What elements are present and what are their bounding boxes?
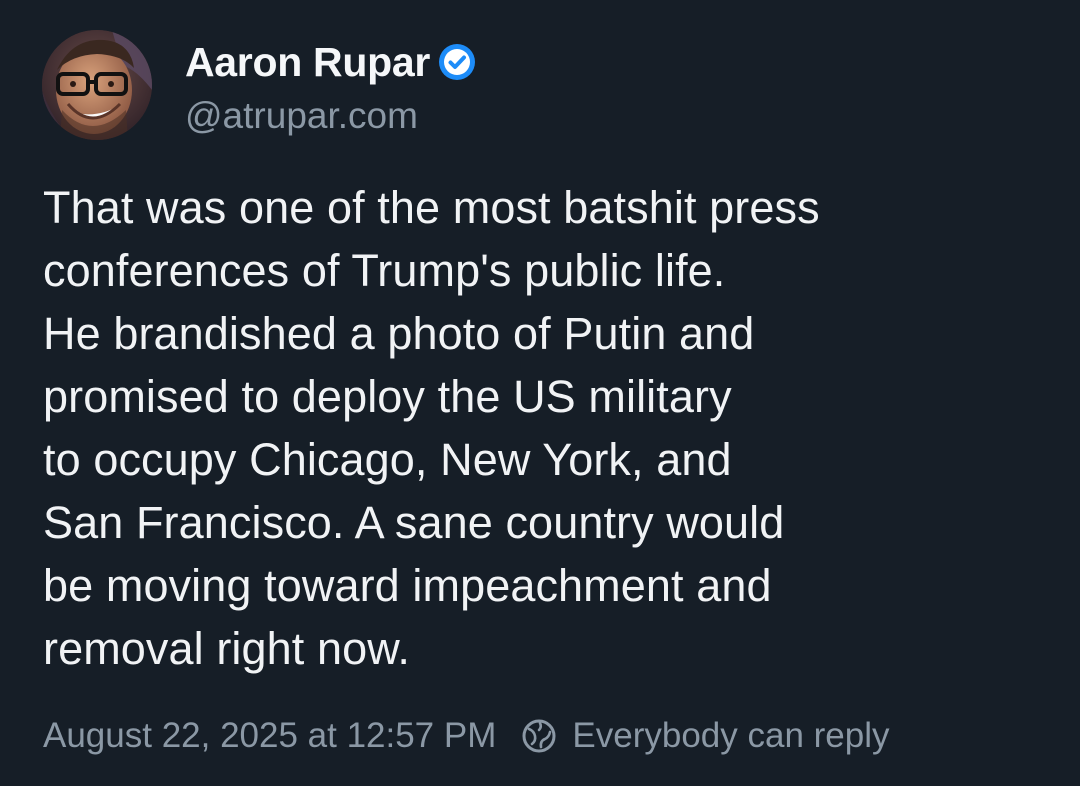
post-text-line: be moving toward impeachment and <box>43 560 772 611</box>
post-text-line: That was one of the most batshit press <box>43 182 820 233</box>
globe-icon <box>520 717 558 755</box>
avatar-photo-icon <box>42 30 152 140</box>
post-timestamp[interactable]: August 22, 2025 at 12:57 PM <box>43 716 496 756</box>
post-text-line: removal right now. <box>43 623 410 674</box>
post-text-line: conferences of Trump's public life. <box>43 245 726 296</box>
author-handle[interactable]: @atrupar.com <box>185 95 476 137</box>
reply-setting[interactable]: Everybody can reply <box>520 716 890 756</box>
verified-badge-icon <box>438 43 476 81</box>
name-row: Aaron Rupar <box>185 38 476 86</box>
author-info: Aaron Rupar @atrupar.com <box>185 38 476 137</box>
post-meta: August 22, 2025 at 12:57 PM Everybody ca… <box>43 712 890 760</box>
post-text: That was one of the most batshit press c… <box>43 176 1033 680</box>
reply-setting-label: Everybody can reply <box>572 716 890 755</box>
author-display-name[interactable]: Aaron Rupar <box>185 39 430 86</box>
post-text-line: to occupy Chicago, New York, and <box>43 434 732 485</box>
post-text-line: He brandished a photo of Putin and <box>43 308 755 359</box>
avatar[interactable] <box>42 30 152 140</box>
post-text-line: promised to deploy the US military <box>43 371 732 422</box>
post-card: Aaron Rupar @atrupar.com That was one of… <box>0 0 1080 786</box>
post-text-line: San Francisco. A sane country would <box>43 497 785 548</box>
